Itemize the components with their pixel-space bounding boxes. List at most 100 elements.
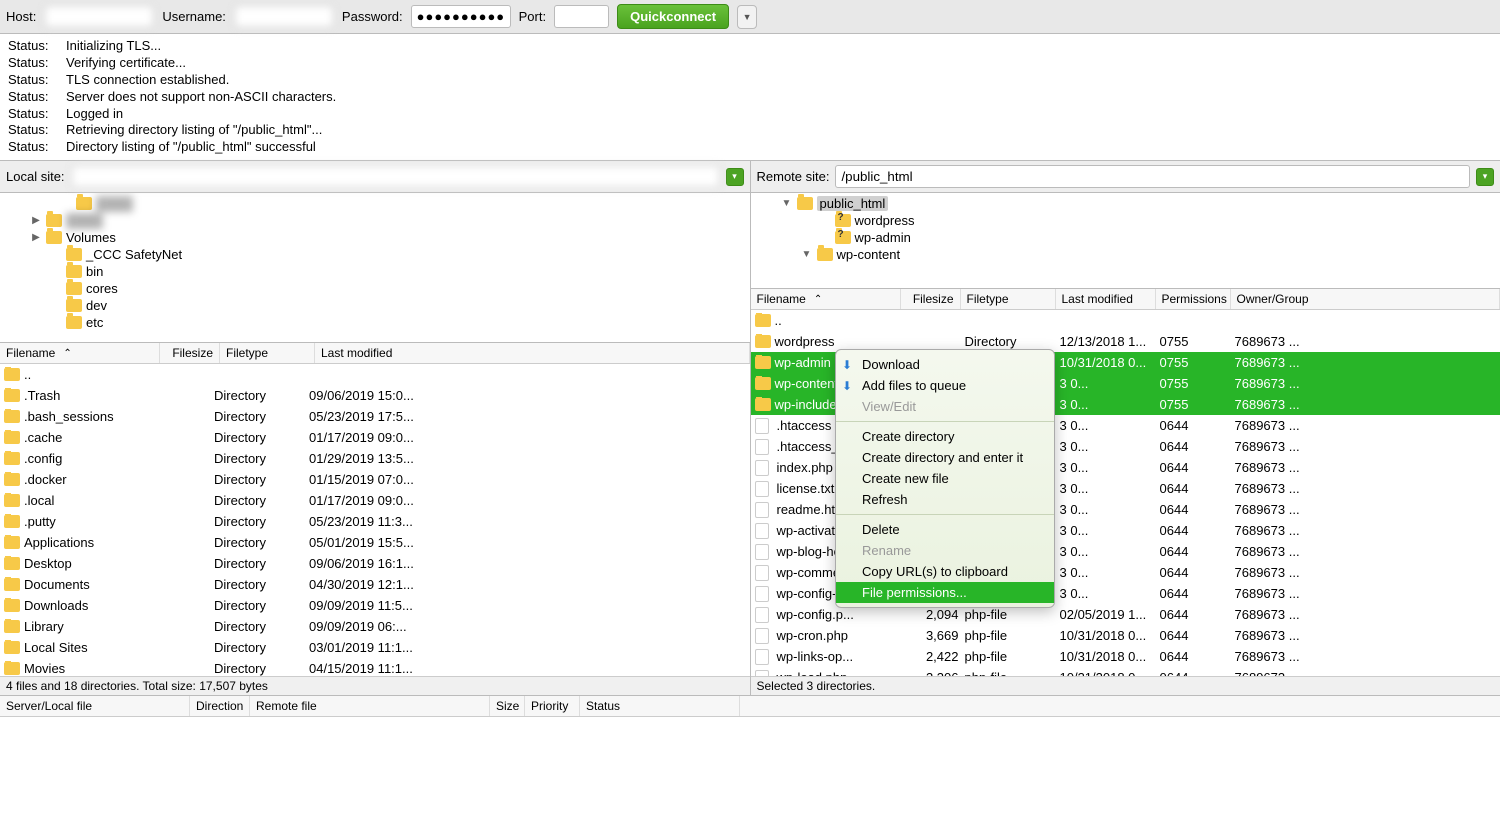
tree-item-label: etc — [86, 315, 103, 330]
file-row[interactable]: .. — [751, 310, 1500, 331]
folder-icon — [46, 231, 62, 244]
local-file-list[interactable]: ...TrashDirectory09/06/2019 15:0....bash… — [0, 364, 750, 676]
col-lastmod[interactable]: Last modified — [1056, 289, 1156, 309]
file-name: .. — [775, 313, 782, 328]
file-row[interactable]: DocumentsDirectory04/30/2019 12:1... — [0, 574, 750, 595]
file-row[interactable]: .puttyDirectory05/23/2019 11:3... — [0, 511, 750, 532]
folder-icon — [797, 197, 813, 210]
queue-col-priority[interactable]: Priority — [525, 696, 580, 716]
local-tree[interactable]: ████ ▶ ████ ▶ Volumes_CCC SafetyNetbincoresd… — [0, 193, 750, 343]
file-row[interactable]: LibraryDirectory09/09/2019 06:... — [0, 616, 750, 637]
queue-col-direction[interactable]: Direction — [190, 696, 250, 716]
local-file-header[interactable]: Filename⌃ Filesize Filetype Last modifie… — [0, 343, 750, 364]
file-row[interactable]: .dockerDirectory01/15/2019 07:0... — [0, 469, 750, 490]
remote-file-header[interactable]: Filename⌃ Filesize Filetype Last modifie… — [751, 289, 1500, 310]
queue-col-status[interactable]: Status — [580, 696, 740, 716]
menu-create-dir[interactable]: Create directory — [836, 426, 1054, 447]
menu-download[interactable]: ⬇Download — [836, 354, 1054, 375]
tree-arrow-icon[interactable]: ▶ — [30, 232, 42, 243]
tree-item[interactable]: ████ — [0, 195, 750, 212]
tree-item[interactable]: dev — [0, 297, 750, 314]
remote-site-dropdown[interactable]: ▾ — [1476, 168, 1494, 186]
menu-delete[interactable]: Delete — [836, 519, 1054, 540]
menu-refresh[interactable]: Refresh — [836, 489, 1054, 510]
file-row[interactable]: wp-links-op...2,422php-file10/31/2018 0.… — [751, 646, 1500, 667]
tree-item-label: Volumes — [66, 230, 116, 245]
connection-toolbar: Host: Username: Password: Port: Quickcon… — [0, 0, 1500, 34]
tree-item[interactable]: ▼wp-content — [751, 246, 1500, 263]
queue-col-remote[interactable]: Remote file — [250, 696, 490, 716]
remote-site-input[interactable] — [835, 165, 1470, 188]
context-menu: ⬇Download ⬇Add files to queue View/Edit … — [835, 349, 1055, 608]
file-row[interactable]: Local SitesDirectory03/01/2019 11:1... — [0, 637, 750, 658]
tree-item[interactable]: ▶ Volumes — [0, 229, 750, 246]
folder-icon — [4, 410, 20, 423]
menu-copy-url[interactable]: Copy URL(s) to clipboard — [836, 561, 1054, 582]
tree-arrow-icon[interactable]: ▼ — [781, 198, 793, 209]
tree-item-label: ████ — [96, 196, 133, 211]
folder-icon — [4, 431, 20, 444]
file-name: .bash_sessions — [24, 409, 114, 424]
col-filetype[interactable]: Filetype — [961, 289, 1056, 309]
folder-icon — [76, 197, 92, 210]
file-row[interactable]: MoviesDirectory04/15/2019 11:1... — [0, 658, 750, 676]
file-icon — [755, 502, 769, 518]
col-filename[interactable]: Filename — [757, 292, 806, 306]
file-row[interactable]: DownloadsDirectory09/09/2019 11:5... — [0, 595, 750, 616]
file-row[interactable]: .TrashDirectory09/06/2019 15:0... — [0, 385, 750, 406]
menu-file-permissions[interactable]: File permissions... — [836, 582, 1054, 603]
col-permissions[interactable]: Permissions — [1156, 289, 1231, 309]
col-lastmod[interactable]: Last modified — [315, 343, 750, 363]
col-owner[interactable]: Owner/Group — [1231, 289, 1500, 309]
file-icon — [755, 544, 769, 560]
tree-item[interactable]: wordpress — [751, 212, 1500, 229]
remote-tree[interactable]: ▼public_htmlwordpresswp-admin▼wp-content — [751, 193, 1500, 289]
file-row[interactable]: ApplicationsDirectory05/01/2019 15:5... — [0, 532, 750, 553]
tree-item-label: ████ — [66, 213, 103, 228]
file-row[interactable]: .bash_sessionsDirectory05/23/2019 17:5..… — [0, 406, 750, 427]
file-name: Documents — [24, 577, 90, 592]
local-site-dropdown[interactable]: ▾ — [726, 168, 744, 186]
folder-icon — [755, 377, 771, 390]
tree-item[interactable]: bin — [0, 263, 750, 280]
quickconnect-button[interactable]: Quickconnect — [617, 4, 729, 29]
file-row[interactable]: .cacheDirectory01/17/2019 09:0... — [0, 427, 750, 448]
folder-icon — [4, 641, 20, 654]
tree-item[interactable]: wp-admin — [751, 229, 1500, 246]
file-row[interactable]: wp-cron.php3,669php-file10/31/2018 0...0… — [751, 625, 1500, 646]
password-input[interactable] — [411, 5, 511, 28]
folder-icon — [66, 316, 82, 329]
folder-icon — [755, 314, 771, 327]
file-row[interactable]: .. — [0, 364, 750, 385]
folder-icon — [755, 335, 771, 348]
col-filesize[interactable]: Filesize — [901, 289, 961, 309]
tree-item[interactable]: cores — [0, 280, 750, 297]
local-site-input[interactable] — [71, 165, 720, 188]
tree-item[interactable]: etc — [0, 314, 750, 331]
file-row[interactable]: wp-load.php3,306php-file10/31/2018 0...0… — [751, 667, 1500, 676]
file-row[interactable]: DesktopDirectory09/06/2019 16:1... — [0, 553, 750, 574]
tree-item[interactable]: ▶ ████ — [0, 212, 750, 229]
col-filesize[interactable]: Filesize — [160, 343, 220, 363]
tree-arrow-icon[interactable]: ▶ — [30, 215, 42, 226]
menu-create-dir-enter[interactable]: Create directory and enter it — [836, 447, 1054, 468]
username-input[interactable] — [234, 5, 334, 28]
menu-add-queue[interactable]: ⬇Add files to queue — [836, 375, 1054, 396]
host-input[interactable] — [44, 5, 154, 28]
file-row[interactable]: .localDirectory01/17/2019 09:0... — [0, 490, 750, 511]
queue-col-server[interactable]: Server/Local file — [0, 696, 190, 716]
port-input[interactable] — [554, 5, 609, 28]
file-row[interactable]: .configDirectory01/29/2019 13:5... — [0, 448, 750, 469]
tree-arrow-icon[interactable]: ▼ — [801, 249, 813, 260]
col-filename[interactable]: Filename — [6, 346, 55, 360]
file-name: wp-load.php — [777, 670, 848, 676]
menu-create-file[interactable]: Create new file — [836, 468, 1054, 489]
folder-icon — [835, 231, 851, 244]
col-filetype[interactable]: Filetype — [220, 343, 315, 363]
queue-header[interactable]: Server/Local file Direction Remote file … — [0, 695, 1500, 717]
tree-item[interactable]: _CCC SafetyNet — [0, 246, 750, 263]
quickconnect-dropdown[interactable]: ▼ — [737, 5, 757, 29]
tree-item[interactable]: ▼public_html — [751, 195, 1500, 212]
queue-col-size[interactable]: Size — [490, 696, 525, 716]
file-icon — [755, 481, 769, 497]
